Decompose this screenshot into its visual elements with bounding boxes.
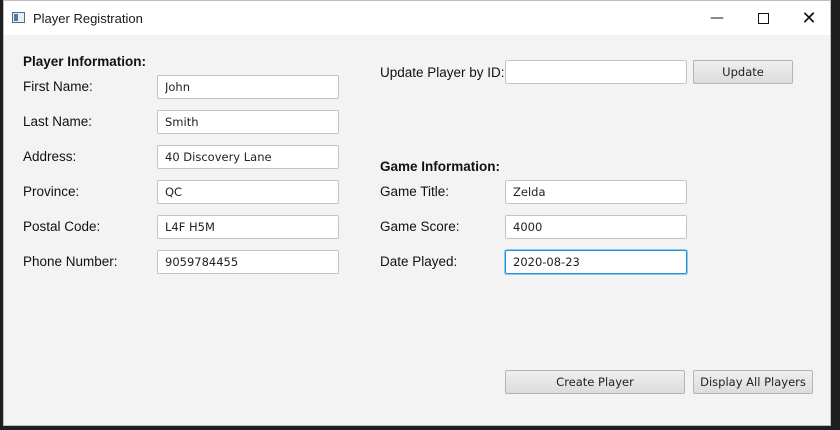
minimize-button[interactable]: —: [694, 1, 740, 35]
address-field[interactable]: [157, 145, 339, 169]
game-title-label: Game Title:: [380, 184, 450, 199]
window-title: Player Registration: [33, 11, 143, 26]
player-info-heading: Player Information:: [23, 54, 147, 69]
game-title-field[interactable]: [505, 180, 687, 204]
game-score-field[interactable]: [505, 215, 687, 239]
update-by-id-label: Update Player by ID:: [380, 65, 505, 80]
title-bar[interactable]: Player Registration — ✕: [4, 1, 830, 35]
game-info-heading: Game Information:: [380, 159, 501, 174]
postal-code-field[interactable]: [157, 215, 339, 239]
display-all-players-button[interactable]: Display All Players: [693, 370, 813, 394]
maximize-icon: [757, 12, 769, 24]
app-window-icon: [12, 12, 25, 23]
close-button[interactable]: ✕: [786, 1, 832, 35]
game-score-label: Game Score:: [380, 219, 460, 234]
last-name-field[interactable]: [157, 110, 339, 134]
player-id-field[interactable]: [505, 60, 687, 84]
update-button[interactable]: Update: [693, 60, 793, 84]
first-name-label: First Name:: [23, 79, 93, 94]
close-icon: ✕: [801, 7, 817, 29]
province-label: Province:: [23, 184, 80, 199]
last-name-label: Last Name:: [23, 114, 93, 129]
create-player-button[interactable]: Create Player: [505, 370, 685, 394]
phone-number-field[interactable]: [157, 250, 339, 274]
maximize-button[interactable]: [740, 1, 786, 35]
address-label: Address:: [23, 149, 77, 164]
minimize-icon: —: [710, 10, 724, 26]
phone-number-label: Phone Number:: [23, 254, 118, 269]
date-played-label: Date Played:: [380, 254, 458, 269]
province-field[interactable]: [157, 180, 339, 204]
first-name-field[interactable]: [157, 75, 339, 99]
postal-code-label: Postal Code:: [23, 219, 101, 234]
date-played-field[interactable]: [505, 250, 687, 274]
app-window: Player Registration — ✕ Player Informati…: [3, 0, 831, 426]
